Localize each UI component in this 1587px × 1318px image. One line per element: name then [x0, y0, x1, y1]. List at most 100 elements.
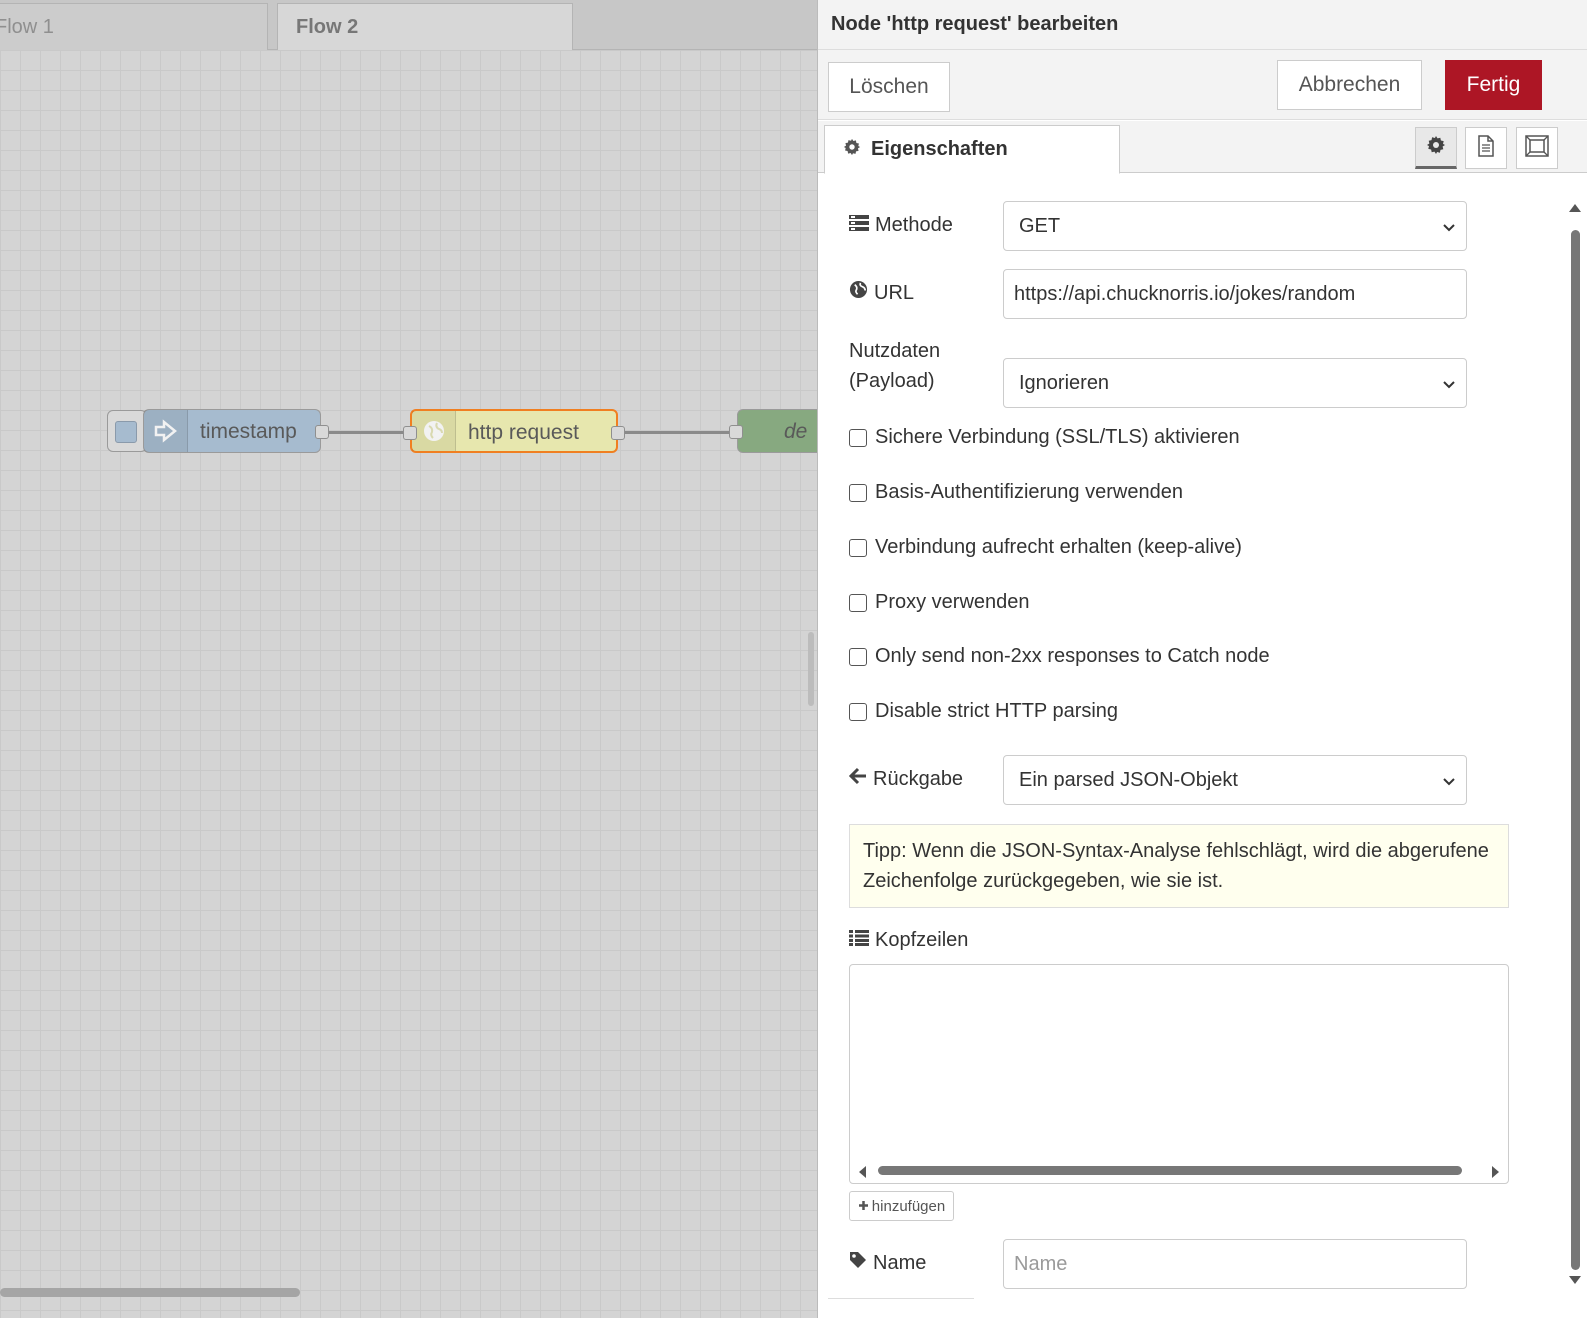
chevron-down-icon [1442, 375, 1456, 398]
payload-label-line1: Nutzdaten [849, 340, 941, 362]
form-bottom-divider [828, 1298, 974, 1299]
wire-http-to-debug[interactable] [625, 431, 737, 434]
proxy-checkbox[interactable] [849, 593, 867, 612]
inject-node-label: timestamp [200, 420, 297, 443]
window-frame-icon [1525, 134, 1549, 162]
debug-node[interactable]: de [729, 409, 817, 453]
tab-properties[interactable]: Eigenschaften [824, 125, 1120, 174]
tray-title: Node 'http request' bearbeiten [831, 13, 1119, 35]
gear-icon [1426, 135, 1446, 160]
ssl-checkbox-row[interactable]: Sichere Verbindung (SSL/TLS) aktivieren [849, 426, 1240, 449]
scroll-left-icon[interactable] [858, 1165, 868, 1183]
url-label-text: URL [874, 282, 915, 304]
add-header-label: hinzufügen [871, 1197, 946, 1215]
tag-icon [849, 1248, 867, 1278]
method-label: Methode [849, 210, 953, 240]
url-label: URL [849, 278, 914, 308]
ssl-checkbox-label: Sichere Verbindung (SSL/TLS) aktivieren [875, 426, 1240, 448]
chevron-down-icon [1442, 218, 1456, 241]
scroll-down-icon[interactable] [1569, 1272, 1581, 1290]
inject-output-port[interactable] [315, 425, 329, 439]
method-select[interactable]: GET [1003, 201, 1467, 251]
tab-flow-2[interactable]: Flow 2 [277, 3, 573, 51]
tab-settings[interactable] [1415, 127, 1457, 169]
tab-appearance[interactable] [1516, 127, 1558, 169]
name-label-text: Name [873, 1252, 927, 1274]
basic-auth-checkbox-label: Basis-Authentifizierung verwenden [875, 481, 1183, 503]
tasks-icon [849, 210, 869, 240]
proxy-checkbox-row[interactable]: Proxy verwenden [849, 591, 1030, 614]
globe-icon [412, 411, 456, 451]
tray-toolbar: Löschen Abbrechen Fertig [818, 50, 1587, 120]
scroll-right-icon[interactable] [1490, 1165, 1500, 1183]
tray-vertical-scrollbar[interactable] [1564, 200, 1587, 1290]
headers-scroll-thumb[interactable] [878, 1166, 1462, 1175]
debug-node-label: de [784, 420, 808, 443]
payload-label: Nutzdaten (Payload) [849, 336, 940, 396]
inject-trigger-button[interactable] [107, 410, 147, 452]
tray-header: Node 'http request' bearbeiten [818, 0, 1587, 50]
list-icon [849, 925, 869, 955]
document-icon [1477, 134, 1495, 162]
url-input[interactable]: https://api.chucknorris.io/jokes/random [1003, 269, 1467, 319]
properties-form: Methode GET URL https://api.chucknorris.… [818, 174, 1587, 1318]
json-tip: Tipp: Wenn die JSON-Syntax-Analyse fehls… [849, 824, 1509, 908]
method-label-text: Methode [875, 214, 953, 236]
http-request-node-label: http request [468, 421, 579, 444]
headers-list[interactable] [849, 964, 1509, 1184]
chevron-down-icon [1442, 772, 1456, 795]
name-label: Name [849, 1248, 926, 1278]
keep-alive-checkbox-row[interactable]: Verbindung aufrecht erhalten (keep-alive… [849, 536, 1242, 559]
proxy-checkbox-label: Proxy verwenden [875, 591, 1030, 613]
wire-inject-to-http[interactable] [328, 431, 410, 434]
debug-input-port[interactable] [729, 425, 743, 439]
http-request-node[interactable]: http request [403, 409, 625, 453]
headers-horizontal-scrollbar[interactable] [856, 1163, 1502, 1179]
tab-flow-2-label: Flow 2 [296, 16, 359, 38]
ssl-checkbox[interactable] [849, 428, 867, 447]
strict-parsing-checkbox[interactable] [849, 702, 867, 721]
workspace-horizontal-scrollbar[interactable] [0, 1288, 300, 1297]
catch-non2xx-checkbox[interactable] [849, 647, 867, 666]
strict-parsing-checkbox-label: Disable strict HTTP parsing [875, 700, 1119, 722]
edit-tray: Node 'http request' bearbeiten Löschen A… [817, 0, 1587, 1318]
inject-node[interactable]: timestamp [143, 409, 329, 453]
keep-alive-checkbox[interactable] [849, 538, 867, 557]
workspace-tab-bar: Flow 1 Flow 2 [0, 0, 817, 51]
basic-auth-checkbox[interactable] [849, 483, 867, 502]
basic-auth-checkbox-row[interactable]: Basis-Authentifizierung verwenden [849, 481, 1183, 504]
tab-description[interactable] [1465, 127, 1507, 169]
gear-icon [843, 138, 861, 162]
tray-resize-handle[interactable] [808, 632, 814, 706]
tab-flow-1[interactable]: Flow 1 [0, 3, 268, 50]
scroll-up-icon[interactable] [1569, 200, 1581, 218]
payload-label-line2: (Payload) [849, 370, 935, 392]
catch-non2xx-checkbox-label: Only send non-2xx responses to Catch nod… [875, 645, 1270, 667]
done-button[interactable]: Fertig [1445, 60, 1542, 110]
http-input-port[interactable] [403, 426, 417, 440]
strict-parsing-checkbox-row[interactable]: Disable strict HTTP parsing [849, 700, 1118, 723]
tab-properties-label: Eigenschaften [871, 138, 1008, 160]
keep-alive-checkbox-label: Verbindung aufrecht erhalten (keep-alive… [875, 536, 1242, 558]
add-header-button[interactable]: hinzufügen [849, 1191, 954, 1221]
http-output-port[interactable] [611, 426, 625, 440]
return-select-value: Ein parsed JSON-Objekt [1019, 768, 1238, 791]
payload-select-value: Ignorieren [1019, 371, 1110, 394]
return-label-text: Rückgabe [873, 768, 964, 790]
cancel-button[interactable]: Abbrechen [1277, 60, 1422, 110]
flow-canvas[interactable]: timestamp http request de [0, 50, 817, 1318]
catch-non2xx-checkbox-row[interactable]: Only send non-2xx responses to Catch nod… [849, 645, 1270, 668]
method-select-value: GET [1019, 214, 1061, 237]
inject-trigger-square [115, 421, 137, 443]
return-select[interactable]: Ein parsed JSON-Objekt [1003, 755, 1467, 805]
globe-icon [849, 278, 868, 308]
plus-icon [858, 1198, 869, 1215]
name-input[interactable]: Name [1003, 1239, 1467, 1289]
arrow-left-icon [848, 764, 867, 794]
delete-button[interactable]: Löschen [828, 62, 950, 112]
return-label: Rückgabe [848, 764, 964, 794]
tray-scroll-thumb[interactable] [1571, 230, 1580, 1270]
headers-label-text: Kopfzeilen [875, 929, 969, 951]
payload-select[interactable]: Ignorieren [1003, 358, 1467, 408]
tray-tabs: Eigenschaften [818, 121, 1587, 174]
